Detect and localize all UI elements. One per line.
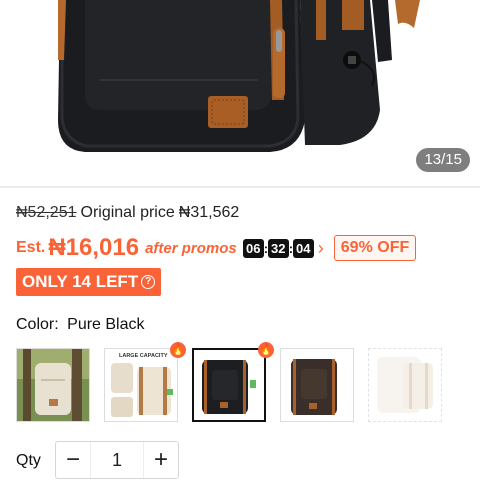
price-row: ₦52,251 Original price ₦31,562 [16, 204, 239, 226]
timer-seconds: 04 [292, 238, 314, 258]
color-selection-header: Color: Pure Black [16, 316, 145, 334]
color-swatch-white[interactable] [368, 348, 442, 422]
backpack-image [58, 0, 420, 152]
color-label: Color: [16, 316, 59, 333]
quantity-input[interactable]: 1 [90, 442, 144, 478]
color-swatch-beige-large-capacity[interactable]: LARGE CAPACITY [104, 348, 178, 422]
discount-badge: 69% OFF [333, 235, 417, 261]
divider [0, 186, 480, 188]
estimated-price-row[interactable]: Est. ₦16,016 after promos 06 : 32 : 04 ›… [16, 233, 417, 263]
decrease-quantity-button[interactable]: − [56, 442, 90, 478]
original-price-label: Original price [80, 204, 175, 221]
original-price: ₦31,562 [178, 204, 240, 221]
question-icon[interactable]: ? [141, 275, 156, 289]
hot-icon: 🔥 [258, 342, 274, 358]
color-swatch-beige[interactable] [16, 348, 90, 422]
timer-hours: 06 [242, 238, 264, 258]
swatch-caption: LARGE CAPACITY [119, 353, 168, 359]
swatch-image [369, 349, 441, 421]
swatch-image [194, 350, 264, 420]
color-value: Pure Black [67, 316, 145, 333]
increase-quantity-button[interactable]: + [144, 442, 178, 478]
color-swatch-pure-black[interactable] [192, 348, 266, 422]
low-stock-text: ONLY 14 LEFT [22, 272, 139, 291]
quantity-label: Qty [16, 452, 41, 469]
swatch-image: LARGE CAPACITY [105, 349, 177, 421]
swatch-image [281, 349, 353, 421]
image-counter: 13/15 [416, 148, 470, 172]
after-promos-label: after promos [145, 239, 237, 257]
estimated-price: ₦16,016 [48, 234, 140, 261]
swatch-image [17, 349, 89, 421]
color-swatches: LARGE CAPACITY 🔥 🔥 [16, 342, 476, 424]
est-label: Est. [16, 239, 46, 256]
timer-minutes: 32 [267, 238, 289, 258]
hot-icon: 🔥 [170, 342, 186, 358]
product-image-gallery[interactable]: 13/15 [0, 0, 480, 186]
countdown-timer: 06 : 32 : 04 [242, 238, 314, 258]
chevron-right-icon[interactable]: › [318, 239, 324, 257]
quantity-stepper: − 1 + [55, 441, 179, 479]
old-price: ₦52,251 [16, 204, 77, 221]
low-stock-badge[interactable]: ONLY 14 LEFT ? [16, 268, 162, 296]
color-swatch-coffee[interactable] [280, 348, 354, 422]
